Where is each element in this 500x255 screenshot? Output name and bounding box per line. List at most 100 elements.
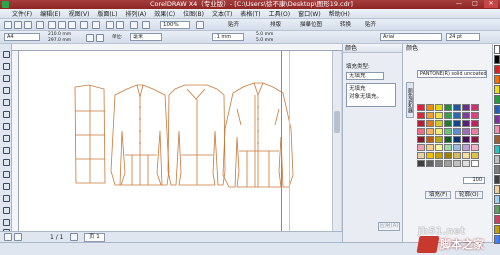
landscape-icon[interactable] [96, 34, 104, 42]
fill-type-select[interactable]: 无填充 [346, 72, 384, 80]
palette-color-swatch[interactable] [494, 195, 500, 204]
palette-select[interactable]: PANTONE(R) solid uncoated [417, 70, 487, 78]
color-swatch[interactable] [426, 152, 434, 159]
menu-text[interactable]: 文本(T) [212, 9, 232, 18]
minimize-button[interactable]: — [452, 0, 466, 8]
palette-color-swatch[interactable] [494, 215, 500, 224]
menu-edit[interactable]: 编辑(E) [40, 9, 60, 18]
palette-color-swatch[interactable] [494, 145, 500, 154]
palette-color-swatch[interactable] [494, 225, 500, 234]
color-swatch[interactable] [462, 112, 470, 119]
color-swatch[interactable] [471, 152, 479, 159]
color-swatch[interactable] [453, 160, 461, 167]
zoom-level-select[interactable]: 100% [160, 21, 190, 29]
zoom-tool-icon[interactable] [2, 86, 10, 94]
palette-color-swatch[interactable] [494, 95, 500, 104]
basic-shapes-tool-icon[interactable] [2, 158, 10, 166]
color-swatch[interactable] [453, 112, 461, 119]
ellipse-tool-icon[interactable] [2, 134, 10, 142]
crop-tool-icon[interactable] [2, 74, 10, 82]
color-swatch[interactable] [444, 128, 452, 135]
cut-icon[interactable] [48, 21, 56, 29]
palette-color-swatch[interactable] [494, 165, 500, 174]
save-icon[interactable] [24, 21, 32, 29]
color-swatch[interactable] [435, 152, 443, 159]
palette-color-swatch[interactable] [494, 55, 500, 64]
palette-color-swatch[interactable] [494, 205, 500, 214]
color-swatch[interactable] [462, 104, 470, 111]
menu-file[interactable]: 文件(F) [12, 9, 32, 18]
import-icon[interactable] [106, 21, 114, 29]
palette-color-swatch[interactable] [494, 125, 500, 134]
vertical-ruler[interactable] [12, 51, 19, 231]
color-swatch[interactable] [417, 136, 425, 143]
polygon-tool-icon[interactable] [2, 146, 10, 154]
rectangle-tool-icon[interactable] [2, 122, 10, 130]
color-swatch[interactable] [417, 144, 425, 151]
options-button[interactable]: 排版 [270, 21, 281, 29]
welcome-screen-icon[interactable] [142, 21, 150, 29]
color-swatch[interactable] [417, 160, 425, 167]
menu-layout[interactable]: 版面(L) [97, 9, 117, 18]
smart-fill-tool-icon[interactable] [2, 110, 10, 118]
font-size-select[interactable]: 24 pt [446, 33, 480, 41]
color-swatch[interactable] [417, 152, 425, 159]
palette-color-swatch[interactable] [494, 155, 500, 164]
interactive-blend-tool-icon[interactable] [2, 194, 10, 202]
transform-button[interactable]: 转换 [340, 21, 351, 29]
full-screen-icon[interactable] [196, 21, 204, 29]
color-swatch[interactable] [435, 112, 443, 119]
color-swatch[interactable] [462, 144, 470, 151]
color-swatch[interactable] [444, 152, 452, 159]
palette-color-swatch[interactable] [494, 65, 500, 74]
color-swatch[interactable] [444, 160, 452, 167]
color-swatch[interactable] [426, 104, 434, 111]
fill-button[interactable]: 填充(F) [425, 191, 452, 199]
color-harmonies-tab[interactable]: 颜色调和器 [406, 82, 414, 118]
color-swatch[interactable] [435, 160, 443, 167]
color-swatch[interactable] [462, 152, 470, 159]
close-button[interactable]: ✕ [484, 0, 498, 8]
color-swatch[interactable] [444, 120, 452, 127]
menu-window[interactable]: 窗口(W) [298, 9, 321, 18]
menu-tools[interactable]: 工具(O) [269, 9, 290, 18]
color-swatch[interactable] [462, 136, 470, 143]
color-swatch[interactable] [417, 120, 425, 127]
color-swatch[interactable] [444, 112, 452, 119]
color-swatch[interactable] [471, 112, 479, 119]
color-swatch[interactable] [453, 136, 461, 143]
portrait-icon[interactable] [86, 34, 94, 42]
outline-tool-icon[interactable] [2, 218, 10, 226]
coreldraw-app-icon[interactable] [2, 1, 9, 8]
color-swatch[interactable] [435, 144, 443, 151]
menu-help[interactable]: 帮助(H) [329, 9, 350, 18]
color-swatch[interactable] [426, 112, 434, 119]
shirt-detail-sketch[interactable] [222, 82, 294, 188]
apply-button[interactable]: 应用(A) [378, 222, 400, 231]
snap-to-dropdown[interactable]: 贴齐 [228, 21, 239, 29]
copy-icon[interactable] [58, 21, 66, 29]
table-tool-icon[interactable] [2, 182, 10, 190]
page-size-select[interactable]: A4 [4, 33, 40, 41]
color-value-field[interactable]: 100 [463, 177, 485, 184]
page-tab[interactable]: 页 1 [84, 233, 105, 242]
menu-bitmaps[interactable]: 位图(B) [183, 9, 204, 18]
font-select[interactable]: Arial [380, 33, 442, 41]
color-swatch[interactable] [471, 136, 479, 143]
text-tool-icon[interactable] [2, 170, 10, 178]
first-page-icon[interactable] [4, 233, 12, 241]
palette-color-swatch[interactable] [494, 105, 500, 114]
color-swatch[interactable] [435, 128, 443, 135]
palette-color-swatch[interactable] [494, 135, 500, 144]
trace-bitmap-button[interactable]: 描摹位图 [300, 21, 322, 29]
color-swatch[interactable] [426, 160, 434, 167]
color-swatch[interactable] [417, 128, 425, 135]
duplicate-distance-y[interactable]: 5.0 mm [256, 38, 273, 43]
print-icon[interactable] [36, 21, 44, 29]
palette-color-swatch[interactable] [494, 235, 500, 244]
nudge-distance-field[interactable]: .1 mm [212, 33, 244, 41]
eyedropper-tool-icon[interactable] [2, 206, 10, 214]
redo-icon[interactable] [92, 21, 100, 29]
menu-table[interactable]: 表格(T) [240, 9, 260, 18]
pick-tool-icon[interactable] [2, 50, 10, 58]
